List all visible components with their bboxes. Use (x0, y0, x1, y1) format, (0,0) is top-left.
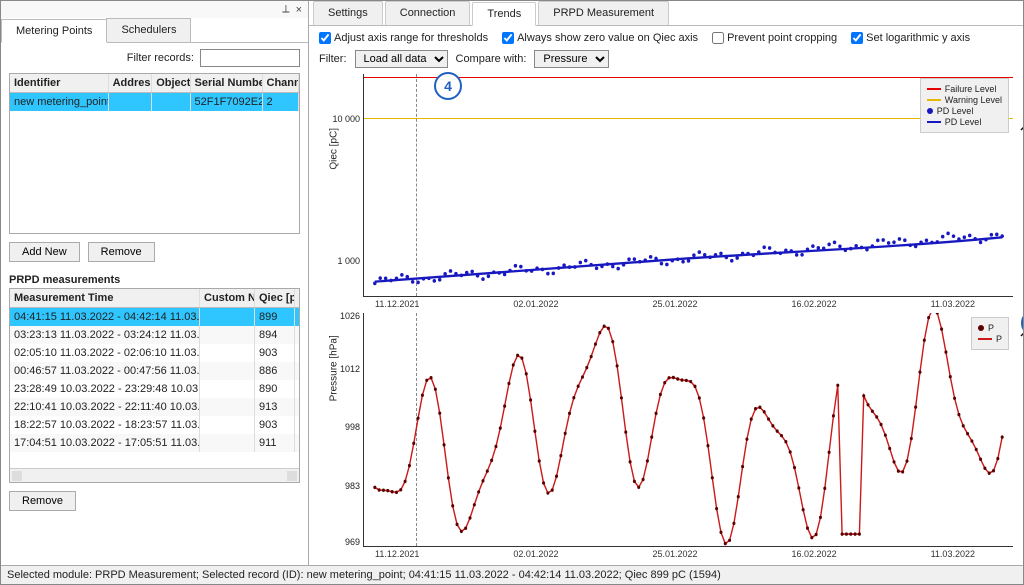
left-panel: ⟂ × Metering Points Schedulers Filter rec… (1, 1, 309, 565)
metering-grid: Identifier Address Object Serial Number … (9, 73, 300, 234)
cell-addr (109, 93, 153, 111)
measurement-row[interactable]: 18:22:57 10.03.2022 - 18:23:57 11.03.202… (10, 416, 299, 434)
measurement-row[interactable]: 04:41:15 11.03.2022 - 04:42:14 11.03.202… (10, 308, 299, 326)
cell-obj (152, 93, 190, 111)
legend-qiec: Failure Level Warning Level PD Level PD … (920, 78, 1009, 133)
mcol-q[interactable]: Qiec [pC] (255, 289, 295, 307)
filter-select[interactable]: Load all data (355, 50, 448, 68)
ytick: 983 (322, 481, 360, 491)
ytick: 1012 (322, 364, 360, 374)
ytick: 969 (322, 537, 360, 547)
remove-measurement-button[interactable]: Remove (9, 491, 76, 511)
prpd-title: PRPD measurements (1, 270, 308, 288)
left-tabs: Metering Points Schedulers (1, 18, 308, 43)
col-object[interactable]: Object (152, 74, 190, 92)
metering-row[interactable]: new metering_point 52F1F7092E2E 2 (10, 93, 299, 111)
measurement-row[interactable]: 00:46:57 11.03.2022 - 00:47:56 11.03.202… (10, 362, 299, 380)
tab-prpd[interactable]: PRPD Measurement (538, 1, 669, 25)
cell-sn: 52F1F7092E2E (191, 93, 263, 111)
legend-pressure: P P (971, 317, 1009, 350)
h-scrollbar[interactable] (10, 468, 299, 482)
tab-metering-points[interactable]: Metering Points (1, 19, 107, 43)
remove-button[interactable]: Remove (88, 242, 155, 262)
xticks1: 11.12.202102.01.202225.01.202216.02.2022… (363, 297, 1013, 309)
ytick: 10 000 (322, 114, 360, 124)
measurement-row[interactable]: 17:04:51 10.03.2022 - 17:05:51 11.03.202… (10, 434, 299, 452)
right-panel: Settings Connection Trends PRPD Measurem… (309, 1, 1023, 565)
right-tabs: Settings Connection Trends PRPD Measurem… (309, 1, 1023, 26)
opt-crop[interactable]: Prevent point cropping (712, 32, 837, 44)
xticks2: 11.12.202102.01.202225.01.202216.02.2022… (363, 547, 1013, 559)
col-serial[interactable]: Serial Number (191, 74, 263, 92)
col-address[interactable]: Address (109, 74, 153, 92)
close-icon[interactable]: × (296, 4, 302, 16)
annotation-4: 4 (434, 72, 462, 100)
cell-id: new metering_point (10, 93, 109, 111)
cell-chan: 2 (263, 93, 300, 111)
measurement-row[interactable]: 22:10:41 10.03.2022 - 22:11:40 10.03.202… (10, 398, 299, 416)
status-bar: Selected module: PRPD Measurement; Selec… (1, 565, 1023, 584)
compare-select[interactable]: Pressure (534, 50, 609, 68)
mcol-time[interactable]: Measurement Time (10, 289, 200, 307)
chart-qiec[interactable]: Qiec [pC] 10 000 1 000 Failure Level War… (363, 74, 1013, 297)
mcol-note[interactable]: Custom Note (200, 289, 255, 307)
options-row: Adjust axis range for thresholds Always … (309, 26, 1023, 50)
measurement-row[interactable]: 23:28:49 10.03.2022 - 23:29:48 10.03.202… (10, 380, 299, 398)
ytick: 1 000 (322, 256, 360, 266)
filter-input[interactable] (200, 49, 300, 67)
opt-log[interactable]: Set logarithmic y axis (851, 32, 970, 44)
measurements-grid: Measurement Time Custom Note Qiec [pC] 0… (9, 288, 300, 483)
tab-schedulers[interactable]: Schedulers (106, 18, 191, 42)
col-channel[interactable]: Channel (263, 74, 300, 92)
compare-label: Compare with: (456, 53, 527, 65)
filter-label: Filter records: (127, 52, 194, 64)
ytick: 1026 (322, 311, 360, 321)
dock-icon[interactable]: ⟂ (282, 3, 289, 16)
filter-label2: Filter: (319, 53, 347, 65)
opt-zero[interactable]: Always show zero value on Qiec axis (502, 32, 698, 44)
col-identifier[interactable]: Identifier (10, 74, 109, 92)
chart-pressure[interactable]: Pressure [hPa] 1026 1012 998 983 969 P P… (363, 313, 1013, 547)
ylabel-qiec: Qiec [pC] (329, 128, 340, 170)
opt-adjust[interactable]: Adjust axis range for thresholds (319, 32, 488, 44)
tab-trends[interactable]: Trends (472, 2, 536, 26)
tab-connection[interactable]: Connection (385, 1, 471, 25)
measurement-row[interactable]: 02:05:10 11.03.2022 - 02:06:10 11.03.202… (10, 344, 299, 362)
measurement-row[interactable]: 03:23:13 11.03.2022 - 03:24:12 11.03.202… (10, 326, 299, 344)
add-new-button[interactable]: Add New (9, 242, 80, 262)
ytick: 998 (322, 422, 360, 432)
tab-settings[interactable]: Settings (313, 1, 383, 25)
